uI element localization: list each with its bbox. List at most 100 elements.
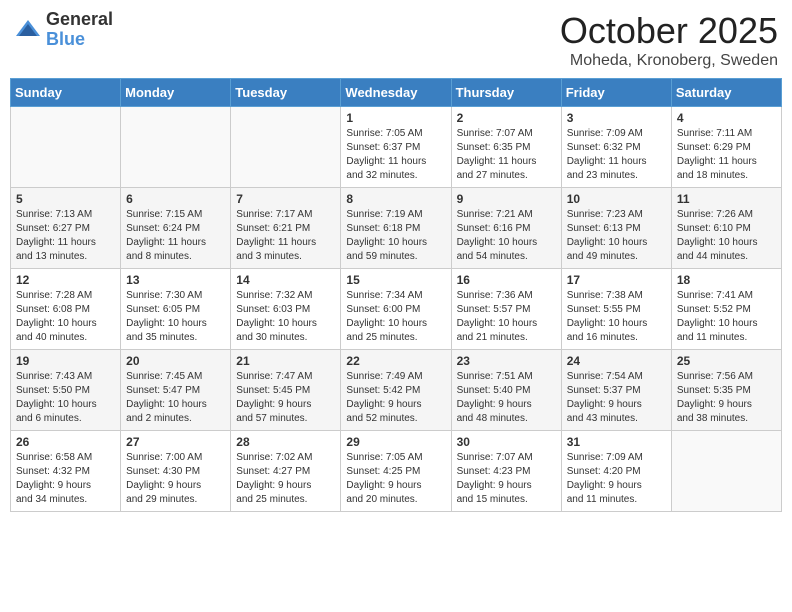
day-number: 28	[236, 435, 335, 449]
day-info: Sunrise: 7:21 AM Sunset: 6:16 PM Dayligh…	[457, 208, 556, 264]
calendar-day-cell: 16 Sunrise: 7:36 AM Sunset: 5:57 PM Dayli…	[451, 269, 561, 350]
day-info: Sunrise: 7:38 AM Sunset: 5:55 PM Dayligh…	[567, 289, 666, 345]
day-info: Sunrise: 7:13 AM Sunset: 6:27 PM Dayligh…	[16, 208, 115, 264]
calendar-day-cell: 20 Sunrise: 7:45 AM Sunset: 5:47 PM Dayli…	[121, 350, 231, 431]
day-number: 23	[457, 354, 556, 368]
day-info: Sunrise: 7:11 AM Sunset: 6:29 PM Dayligh…	[677, 127, 776, 183]
day-number: 18	[677, 273, 776, 287]
day-info: Sunrise: 7:15 AM Sunset: 6:24 PM Dayligh…	[126, 208, 225, 264]
calendar-day-cell: 21 Sunrise: 7:47 AM Sunset: 5:45 PM Dayli…	[231, 350, 341, 431]
calendar-week-row: 1 Sunrise: 7:05 AM Sunset: 6:37 PM Daylig…	[11, 107, 782, 188]
day-number: 27	[126, 435, 225, 449]
calendar-day-cell	[671, 431, 781, 512]
day-info: Sunrise: 7:54 AM Sunset: 5:37 PM Dayligh…	[567, 370, 666, 426]
logo-text: General Blue	[46, 10, 113, 50]
location-title: Moheda, Kronoberg, Sweden	[560, 52, 778, 70]
day-number: 13	[126, 273, 225, 287]
day-info: Sunrise: 7:32 AM Sunset: 6:03 PM Dayligh…	[236, 289, 335, 345]
calendar-day-cell: 17 Sunrise: 7:38 AM Sunset: 5:55 PM Dayli…	[561, 269, 671, 350]
day-info: Sunrise: 7:23 AM Sunset: 6:13 PM Dayligh…	[567, 208, 666, 264]
day-number: 29	[346, 435, 445, 449]
calendar-day-cell: 30Sunrise: 7:07 AM Sunset: 4:23 PM Dayli…	[451, 431, 561, 512]
calendar-day-cell: 26Sunrise: 6:58 AM Sunset: 4:32 PM Dayli…	[11, 431, 121, 512]
day-info: Sunrise: 7:05 AM Sunset: 6:37 PM Dayligh…	[346, 127, 445, 183]
weekday-header-tuesday: Tuesday	[231, 79, 341, 107]
logo-general-text: General	[46, 10, 113, 30]
day-number: 16	[457, 273, 556, 287]
calendar-day-cell: 10Sunrise: 7:23 AM Sunset: 6:13 PM Dayli…	[561, 188, 671, 269]
calendar-day-cell: 2 Sunrise: 7:07 AM Sunset: 6:35 PM Daylig…	[451, 107, 561, 188]
calendar-day-cell: 8Sunrise: 7:19 AM Sunset: 6:18 PM Daylig…	[341, 188, 451, 269]
weekday-header-friday: Friday	[561, 79, 671, 107]
calendar-day-cell: 19 Sunrise: 7:43 AM Sunset: 5:50 PM Dayli…	[11, 350, 121, 431]
day-info: Sunrise: 6:58 AM Sunset: 4:32 PM Dayligh…	[16, 451, 115, 507]
calendar-day-cell: 22 Sunrise: 7:49 AM Sunset: 5:42 PM Dayli…	[341, 350, 451, 431]
day-info: Sunrise: 7:19 AM Sunset: 6:18 PM Dayligh…	[346, 208, 445, 264]
calendar-day-cell: 5 Sunrise: 7:13 AM Sunset: 6:27 PM Daylig…	[11, 188, 121, 269]
page-header: General Blue October 2025 Moheda, Kronob…	[10, 10, 782, 70]
calendar-day-cell: 27 Sunrise: 7:00 AM Sunset: 4:30 PM Dayli…	[121, 431, 231, 512]
logo-icon	[14, 16, 42, 44]
calendar-day-cell: 6Sunrise: 7:15 AM Sunset: 6:24 PM Daylig…	[121, 188, 231, 269]
day-number: 19	[16, 354, 115, 368]
day-info: Sunrise: 7:00 AM Sunset: 4:30 PM Dayligh…	[126, 451, 225, 507]
weekday-header-monday: Monday	[121, 79, 231, 107]
day-info: Sunrise: 7:34 AM Sunset: 6:00 PM Dayligh…	[346, 289, 445, 345]
day-info: Sunrise: 7:51 AM Sunset: 5:40 PM Dayligh…	[457, 370, 556, 426]
day-info: Sunrise: 7:30 AM Sunset: 6:05 PM Dayligh…	[126, 289, 225, 345]
day-number: 21	[236, 354, 335, 368]
calendar-day-cell: 29 Sunrise: 7:05 AM Sunset: 4:25 PM Dayli…	[341, 431, 451, 512]
calendar-week-row: 19 Sunrise: 7:43 AM Sunset: 5:50 PM Dayli…	[11, 350, 782, 431]
day-number: 11	[677, 192, 776, 206]
day-info: Sunrise: 7:43 AM Sunset: 5:50 PM Dayligh…	[16, 370, 115, 426]
day-number: 24	[567, 354, 666, 368]
day-number: 20	[126, 354, 225, 368]
day-info: Sunrise: 7:07 AM Sunset: 6:35 PM Dayligh…	[457, 127, 556, 183]
day-info: Sunrise: 7:26 AM Sunset: 6:10 PM Dayligh…	[677, 208, 776, 264]
day-number: 3	[567, 111, 666, 125]
day-info: Sunrise: 7:45 AM Sunset: 5:47 PM Dayligh…	[126, 370, 225, 426]
day-number: 12	[16, 273, 115, 287]
day-number: 7	[236, 192, 335, 206]
calendar-week-row: 26Sunrise: 6:58 AM Sunset: 4:32 PM Dayli…	[11, 431, 782, 512]
weekday-header-thursday: Thursday	[451, 79, 561, 107]
day-info: Sunrise: 7:47 AM Sunset: 5:45 PM Dayligh…	[236, 370, 335, 426]
calendar-day-cell: 1 Sunrise: 7:05 AM Sunset: 6:37 PM Daylig…	[341, 107, 451, 188]
logo: General Blue	[14, 10, 113, 50]
day-number: 14	[236, 273, 335, 287]
calendar-day-cell: 12 Sunrise: 7:28 AM Sunset: 6:08 PM Dayli…	[11, 269, 121, 350]
day-number: 31	[567, 435, 666, 449]
calendar-day-cell: 25Sunrise: 7:56 AM Sunset: 5:35 PM Dayli…	[671, 350, 781, 431]
day-info: Sunrise: 7:09 AM Sunset: 6:32 PM Dayligh…	[567, 127, 666, 183]
day-info: Sunrise: 7:09 AM Sunset: 4:20 PM Dayligh…	[567, 451, 666, 507]
calendar-day-cell: 23 Sunrise: 7:51 AM Sunset: 5:40 PM Dayli…	[451, 350, 561, 431]
weekday-header-saturday: Saturday	[671, 79, 781, 107]
calendar-day-cell	[11, 107, 121, 188]
day-number: 5	[16, 192, 115, 206]
day-info: Sunrise: 7:49 AM Sunset: 5:42 PM Dayligh…	[346, 370, 445, 426]
day-number: 1	[346, 111, 445, 125]
month-title: October 2025	[560, 10, 778, 52]
day-info: Sunrise: 7:28 AM Sunset: 6:08 PM Dayligh…	[16, 289, 115, 345]
calendar-day-cell: 14 Sunrise: 7:32 AM Sunset: 6:03 PM Dayli…	[231, 269, 341, 350]
day-info: Sunrise: 7:07 AM Sunset: 4:23 PM Dayligh…	[457, 451, 556, 507]
day-info: Sunrise: 7:17 AM Sunset: 6:21 PM Dayligh…	[236, 208, 335, 264]
day-number: 17	[567, 273, 666, 287]
title-area: October 2025 Moheda, Kronoberg, Sweden	[560, 10, 778, 70]
calendar-day-cell	[121, 107, 231, 188]
calendar-day-cell: 13 Sunrise: 7:30 AM Sunset: 6:05 PM Dayli…	[121, 269, 231, 350]
day-number: 22	[346, 354, 445, 368]
weekday-header-sunday: Sunday	[11, 79, 121, 107]
day-number: 9	[457, 192, 556, 206]
calendar-day-cell: 7 Sunrise: 7:17 AM Sunset: 6:21 PM Daylig…	[231, 188, 341, 269]
day-number: 2	[457, 111, 556, 125]
logo-blue-text: Blue	[46, 30, 113, 50]
calendar-day-cell: 4 Sunrise: 7:11 AM Sunset: 6:29 PM Daylig…	[671, 107, 781, 188]
day-info: Sunrise: 7:05 AM Sunset: 4:25 PM Dayligh…	[346, 451, 445, 507]
day-info: Sunrise: 7:36 AM Sunset: 5:57 PM Dayligh…	[457, 289, 556, 345]
day-number: 4	[677, 111, 776, 125]
day-info: Sunrise: 7:41 AM Sunset: 5:52 PM Dayligh…	[677, 289, 776, 345]
day-number: 15	[346, 273, 445, 287]
calendar-day-cell: 3 Sunrise: 7:09 AM Sunset: 6:32 PM Daylig…	[561, 107, 671, 188]
calendar-header-row: SundayMondayTuesdayWednesdayThursdayFrid…	[11, 79, 782, 107]
